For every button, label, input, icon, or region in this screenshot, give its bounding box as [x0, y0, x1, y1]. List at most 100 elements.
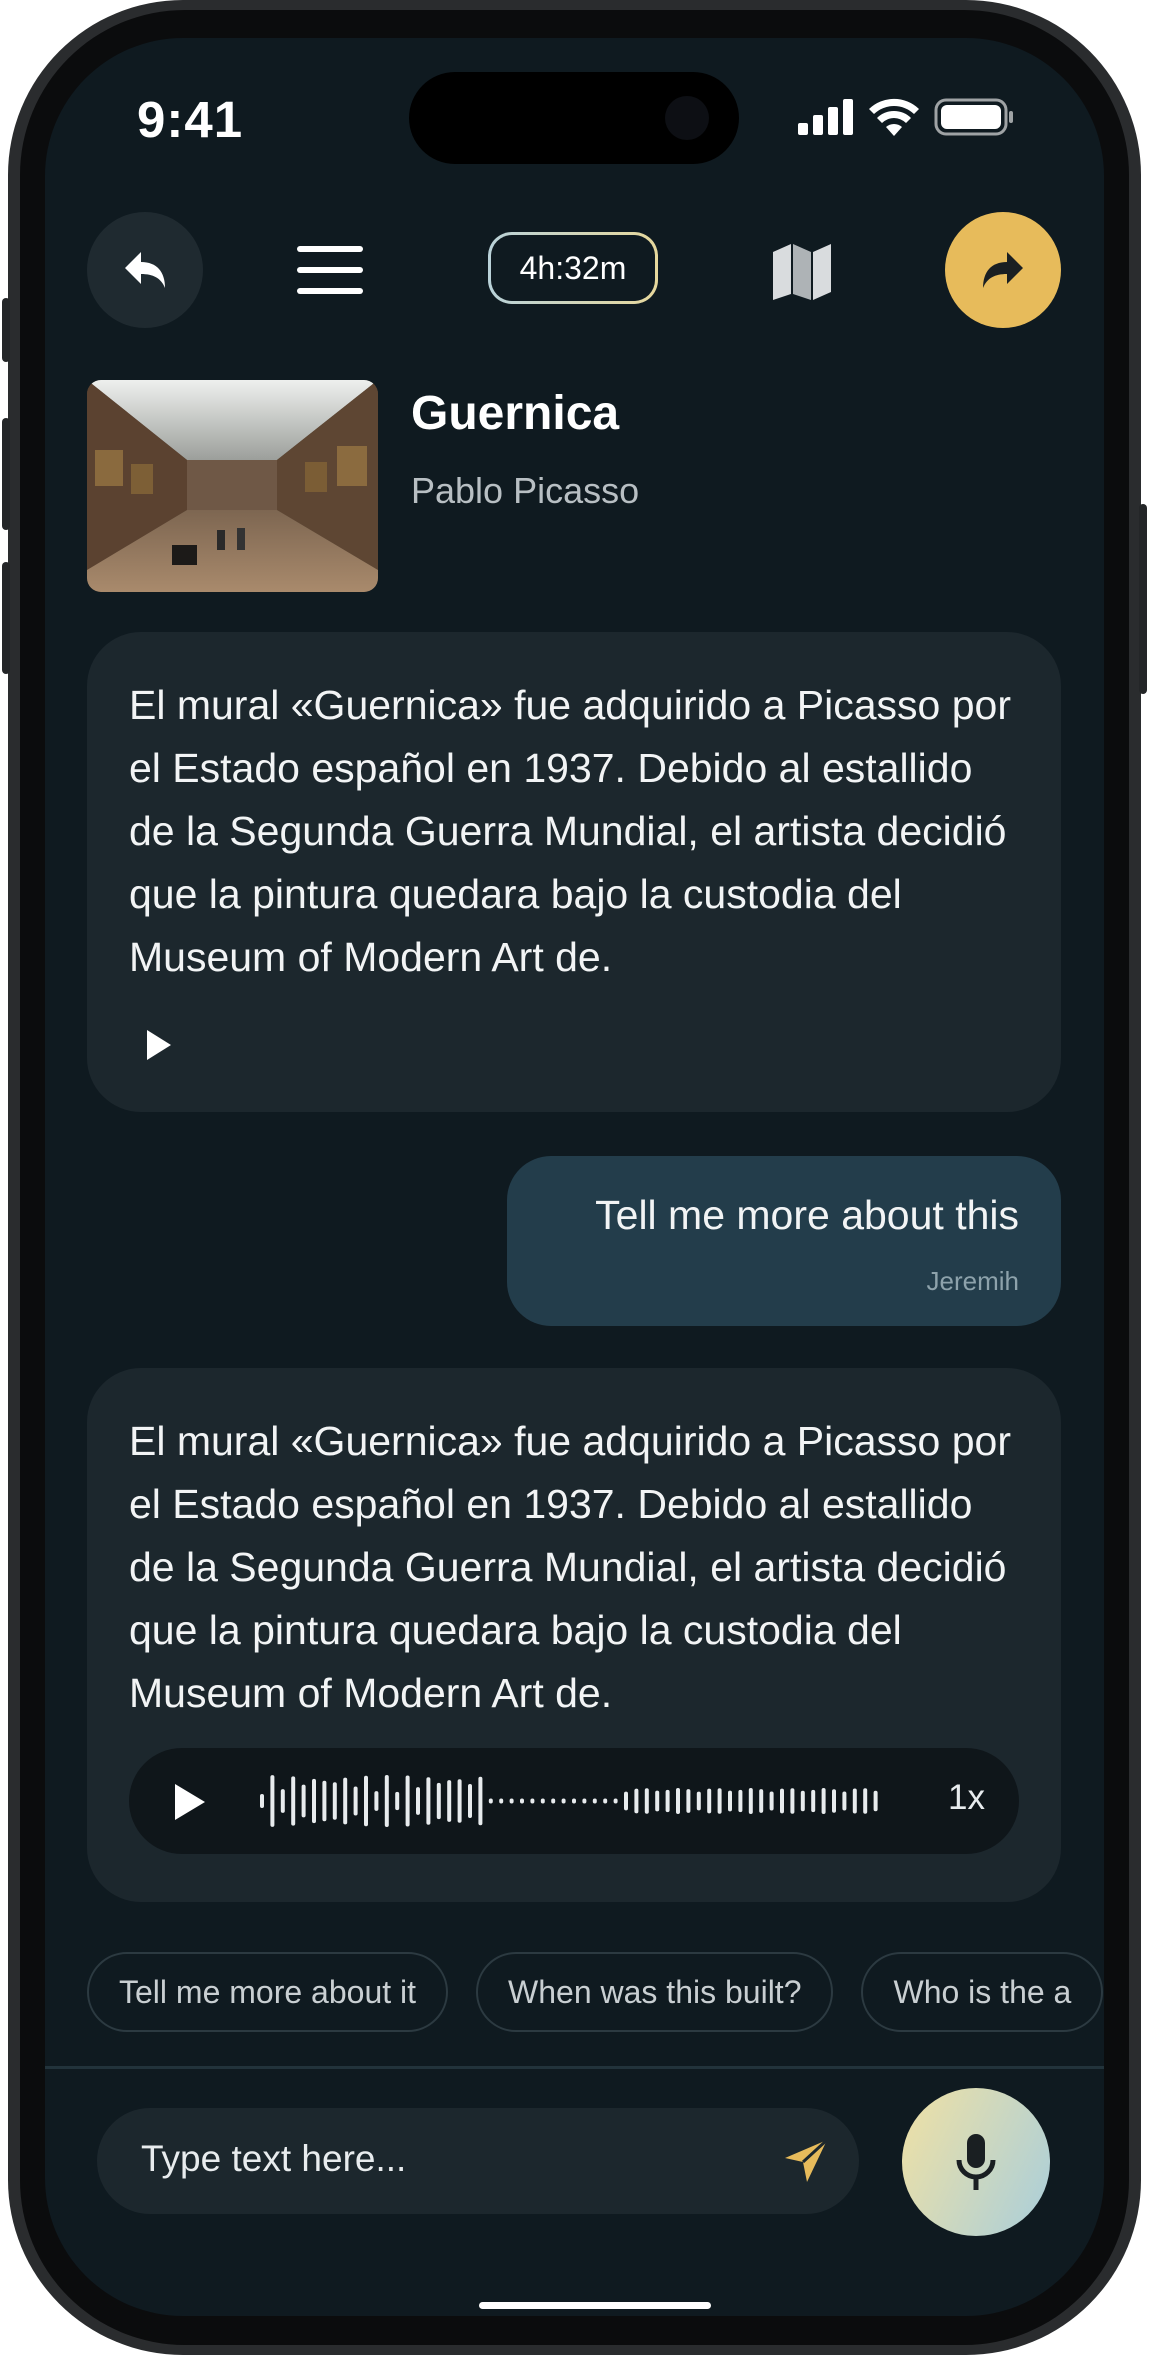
waveform-bar [280, 1789, 285, 1813]
waveform-bar [426, 1777, 431, 1825]
waveform-bar [260, 1794, 264, 1808]
message-text: Tell me more about this [595, 1192, 1019, 1238]
back-button[interactable] [87, 212, 203, 328]
timer-label: 4h:32m [491, 235, 655, 301]
waveform-bar [613, 1798, 618, 1804]
waveform-bar [790, 1788, 795, 1814]
waveform-bar [644, 1788, 649, 1814]
waveform-bar [780, 1788, 784, 1814]
message-text: El mural «Guernica» fue adquirido a Pica… [129, 1418, 1011, 1716]
menu-button[interactable] [297, 246, 363, 294]
waveform-bar [436, 1782, 441, 1820]
waveform-bar [322, 1780, 327, 1822]
wifi-icon [869, 98, 919, 136]
input-placeholder: Type text here... [141, 2138, 407, 2179]
home-indicator [479, 2302, 711, 2309]
waveform-bar [676, 1788, 680, 1814]
audio-play-button[interactable] [173, 1782, 207, 1827]
artwork-thumbnail[interactable] [87, 380, 378, 592]
waveform-bar [800, 1790, 805, 1812]
waveform-bar [572, 1798, 576, 1804]
waveform-bar [759, 1789, 764, 1813]
waveform-bar [728, 1790, 732, 1812]
waveform[interactable] [257, 1770, 887, 1832]
power-button [1139, 504, 1147, 694]
camera-icon [665, 96, 709, 140]
message-author: Jeremih [926, 1266, 1019, 1296]
waveform-bar [748, 1788, 753, 1814]
battery-icon [934, 98, 1013, 136]
send-button[interactable] [781, 2136, 831, 2191]
waveform-bar [478, 1776, 483, 1826]
waveform-bar [863, 1788, 868, 1814]
waveform-bar [395, 1791, 400, 1811]
map-icon [773, 244, 831, 300]
waveform-bar [696, 1791, 701, 1811]
waveform-bar [291, 1776, 296, 1826]
waveform-bar [530, 1798, 535, 1804]
artwork-title: Guernica [411, 387, 620, 440]
assistant-message: El mural «Guernica» fue adquirido a Pica… [87, 632, 1061, 1112]
status-time: 9:41 [137, 91, 244, 148]
status-icons [798, 98, 1014, 136]
waveform-bar [457, 1779, 462, 1823]
message-input[interactable]: Type text here... [97, 2108, 859, 2214]
divider [45, 2066, 1104, 2069]
share-button[interactable] [945, 212, 1061, 328]
play-icon [147, 1030, 171, 1060]
waveform-bar [384, 1775, 389, 1827]
waveform-bar [499, 1798, 504, 1804]
forward-arrow-icon [983, 252, 1023, 288]
waveform-bar [270, 1775, 275, 1827]
waveform-bar [343, 1777, 348, 1825]
map-button[interactable] [769, 238, 835, 304]
suggestion-chip[interactable]: Tell me more about it [87, 1952, 449, 2032]
suggestion-chip[interactable]: When was this built? [476, 1952, 834, 2032]
waveform-bar [364, 1775, 368, 1827]
suggestion-chip[interactable]: Who is the a [861, 1952, 1104, 2032]
waveform-bar [655, 1790, 660, 1812]
audio-player: 1x [129, 1748, 1019, 1854]
waveform-bar [582, 1798, 587, 1804]
microphone-button[interactable] [902, 2088, 1050, 2236]
waveform-bar [374, 1791, 379, 1811]
waveform-bar [624, 1791, 628, 1811]
waveform-bar [416, 1787, 420, 1815]
signal-icon [798, 99, 853, 135]
waveform-bar [468, 1783, 472, 1819]
waveform-bar [821, 1788, 826, 1814]
assistant-message: El mural «Guernica» fue adquirido a Pica… [87, 1368, 1061, 1902]
playback-speed-button[interactable]: 1x [948, 1778, 985, 1818]
waveform-bar [665, 1789, 670, 1813]
artwork-artist: Pablo Picasso [411, 470, 640, 511]
user-message: Tell me more about this Jeremih [507, 1156, 1061, 1326]
waveform-bar [686, 1789, 691, 1813]
gallery-image [87, 380, 378, 592]
waveform-bar [509, 1798, 514, 1804]
waveform-bar [634, 1788, 639, 1814]
waveform-bar [405, 1775, 410, 1827]
waveform-bar [842, 1791, 847, 1811]
waveform-bar [447, 1780, 452, 1822]
play-audio-button[interactable] [139, 1025, 179, 1065]
message-text: El mural «Guernica» fue adquirido a Pica… [129, 682, 1011, 980]
waveform-bar [301, 1784, 306, 1818]
waveform-bar [717, 1788, 722, 1814]
microphone-icon [956, 2134, 996, 2190]
volume-up-button [2, 418, 10, 530]
waveform-bar [811, 1789, 816, 1813]
reply-arrow-icon [125, 252, 165, 288]
waveform-bar [738, 1789, 743, 1813]
action-button [2, 298, 10, 362]
suggestion-chips: Tell me more about it When was this buil… [87, 1952, 1104, 2032]
waveform-bar [603, 1798, 608, 1804]
play-icon [175, 1784, 205, 1820]
waveform-bar [353, 1786, 358, 1816]
waveform-bar [488, 1798, 493, 1804]
waveform-bar [832, 1789, 836, 1813]
volume-down-button [2, 562, 10, 674]
waveform-bar [312, 1778, 316, 1824]
dynamic-island [409, 72, 739, 164]
waveform-bar [707, 1788, 712, 1814]
waveform-bar [540, 1798, 545, 1804]
